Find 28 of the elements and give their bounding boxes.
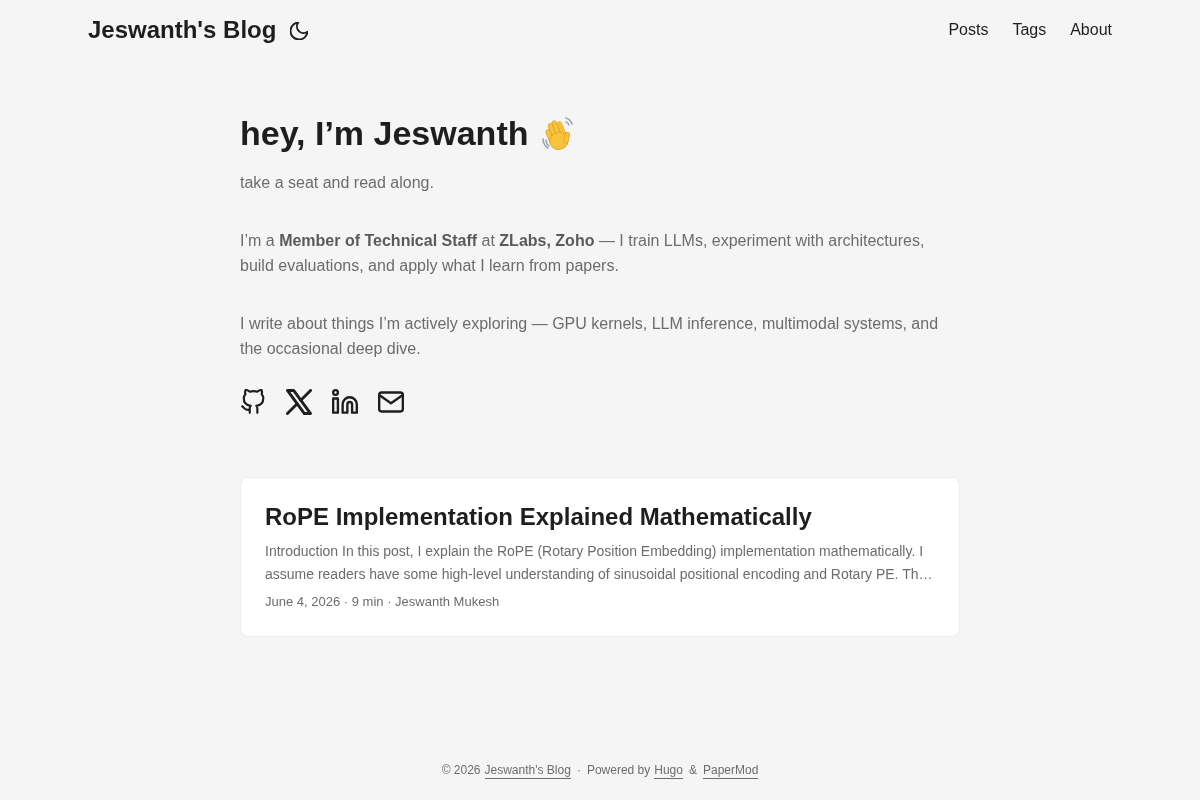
footer-link[interactable]: PaperMod (702, 761, 759, 779)
linkedin-link[interactable] (332, 388, 358, 415)
github-icon (240, 388, 266, 415)
nav-link[interactable]: About (1070, 21, 1112, 38)
email-link[interactable] (378, 388, 404, 415)
post-meta: June 4, 2026 · 9 min · Jeswanth Mukesh (265, 592, 501, 611)
footer-text: & (688, 762, 697, 779)
github-link[interactable] (240, 388, 266, 415)
nav-link[interactable]: Tags (1012, 21, 1047, 38)
footer-text: · (576, 762, 581, 779)
moon-icon (290, 22, 309, 40)
intro-paragraph: I’m a Member of Technical Staff at ZLabs, Zoho — I train LLMs, experiment with architectures, build evaluations, and apply what I learn from papers. (240, 230, 926, 277)
footer-link[interactable]: Jeswanth's Blog (484, 761, 571, 779)
mail-icon (378, 388, 404, 415)
site-logo[interactable]: Jeswanth's Blog (88, 15, 277, 45)
linkedin-icon (332, 388, 358, 415)
x-logo-icon (286, 388, 312, 415)
intro-paragraph: take a seat and read along. (240, 173, 435, 193)
post-summary: Introduction In this post, I explain the RoPE (Rotary Position Embedding) implementation mathematically. I assume readers have some high-level understanding of sinusoidal positional encoding and Rotary PE. Th… (265, 541, 934, 584)
page-heading: hey, I’m Jeswanth (240, 113, 529, 154)
nav-link[interactable]: Posts (948, 21, 989, 38)
theme-toggle-button[interactable] (290, 22, 309, 40)
footer-text: Powered by (586, 762, 651, 779)
footer-text: © 2026 (441, 762, 481, 779)
post-title: RoPE Implementation Explained Mathematically (265, 501, 813, 532)
x-link[interactable] (286, 388, 312, 415)
intro-paragraph: I write about things I’m actively exploring — GPU kernels, LLM inference, multimodal systems, and the occasional deep dive. (240, 313, 940, 360)
footer-link[interactable]: Hugo (654, 761, 683, 779)
